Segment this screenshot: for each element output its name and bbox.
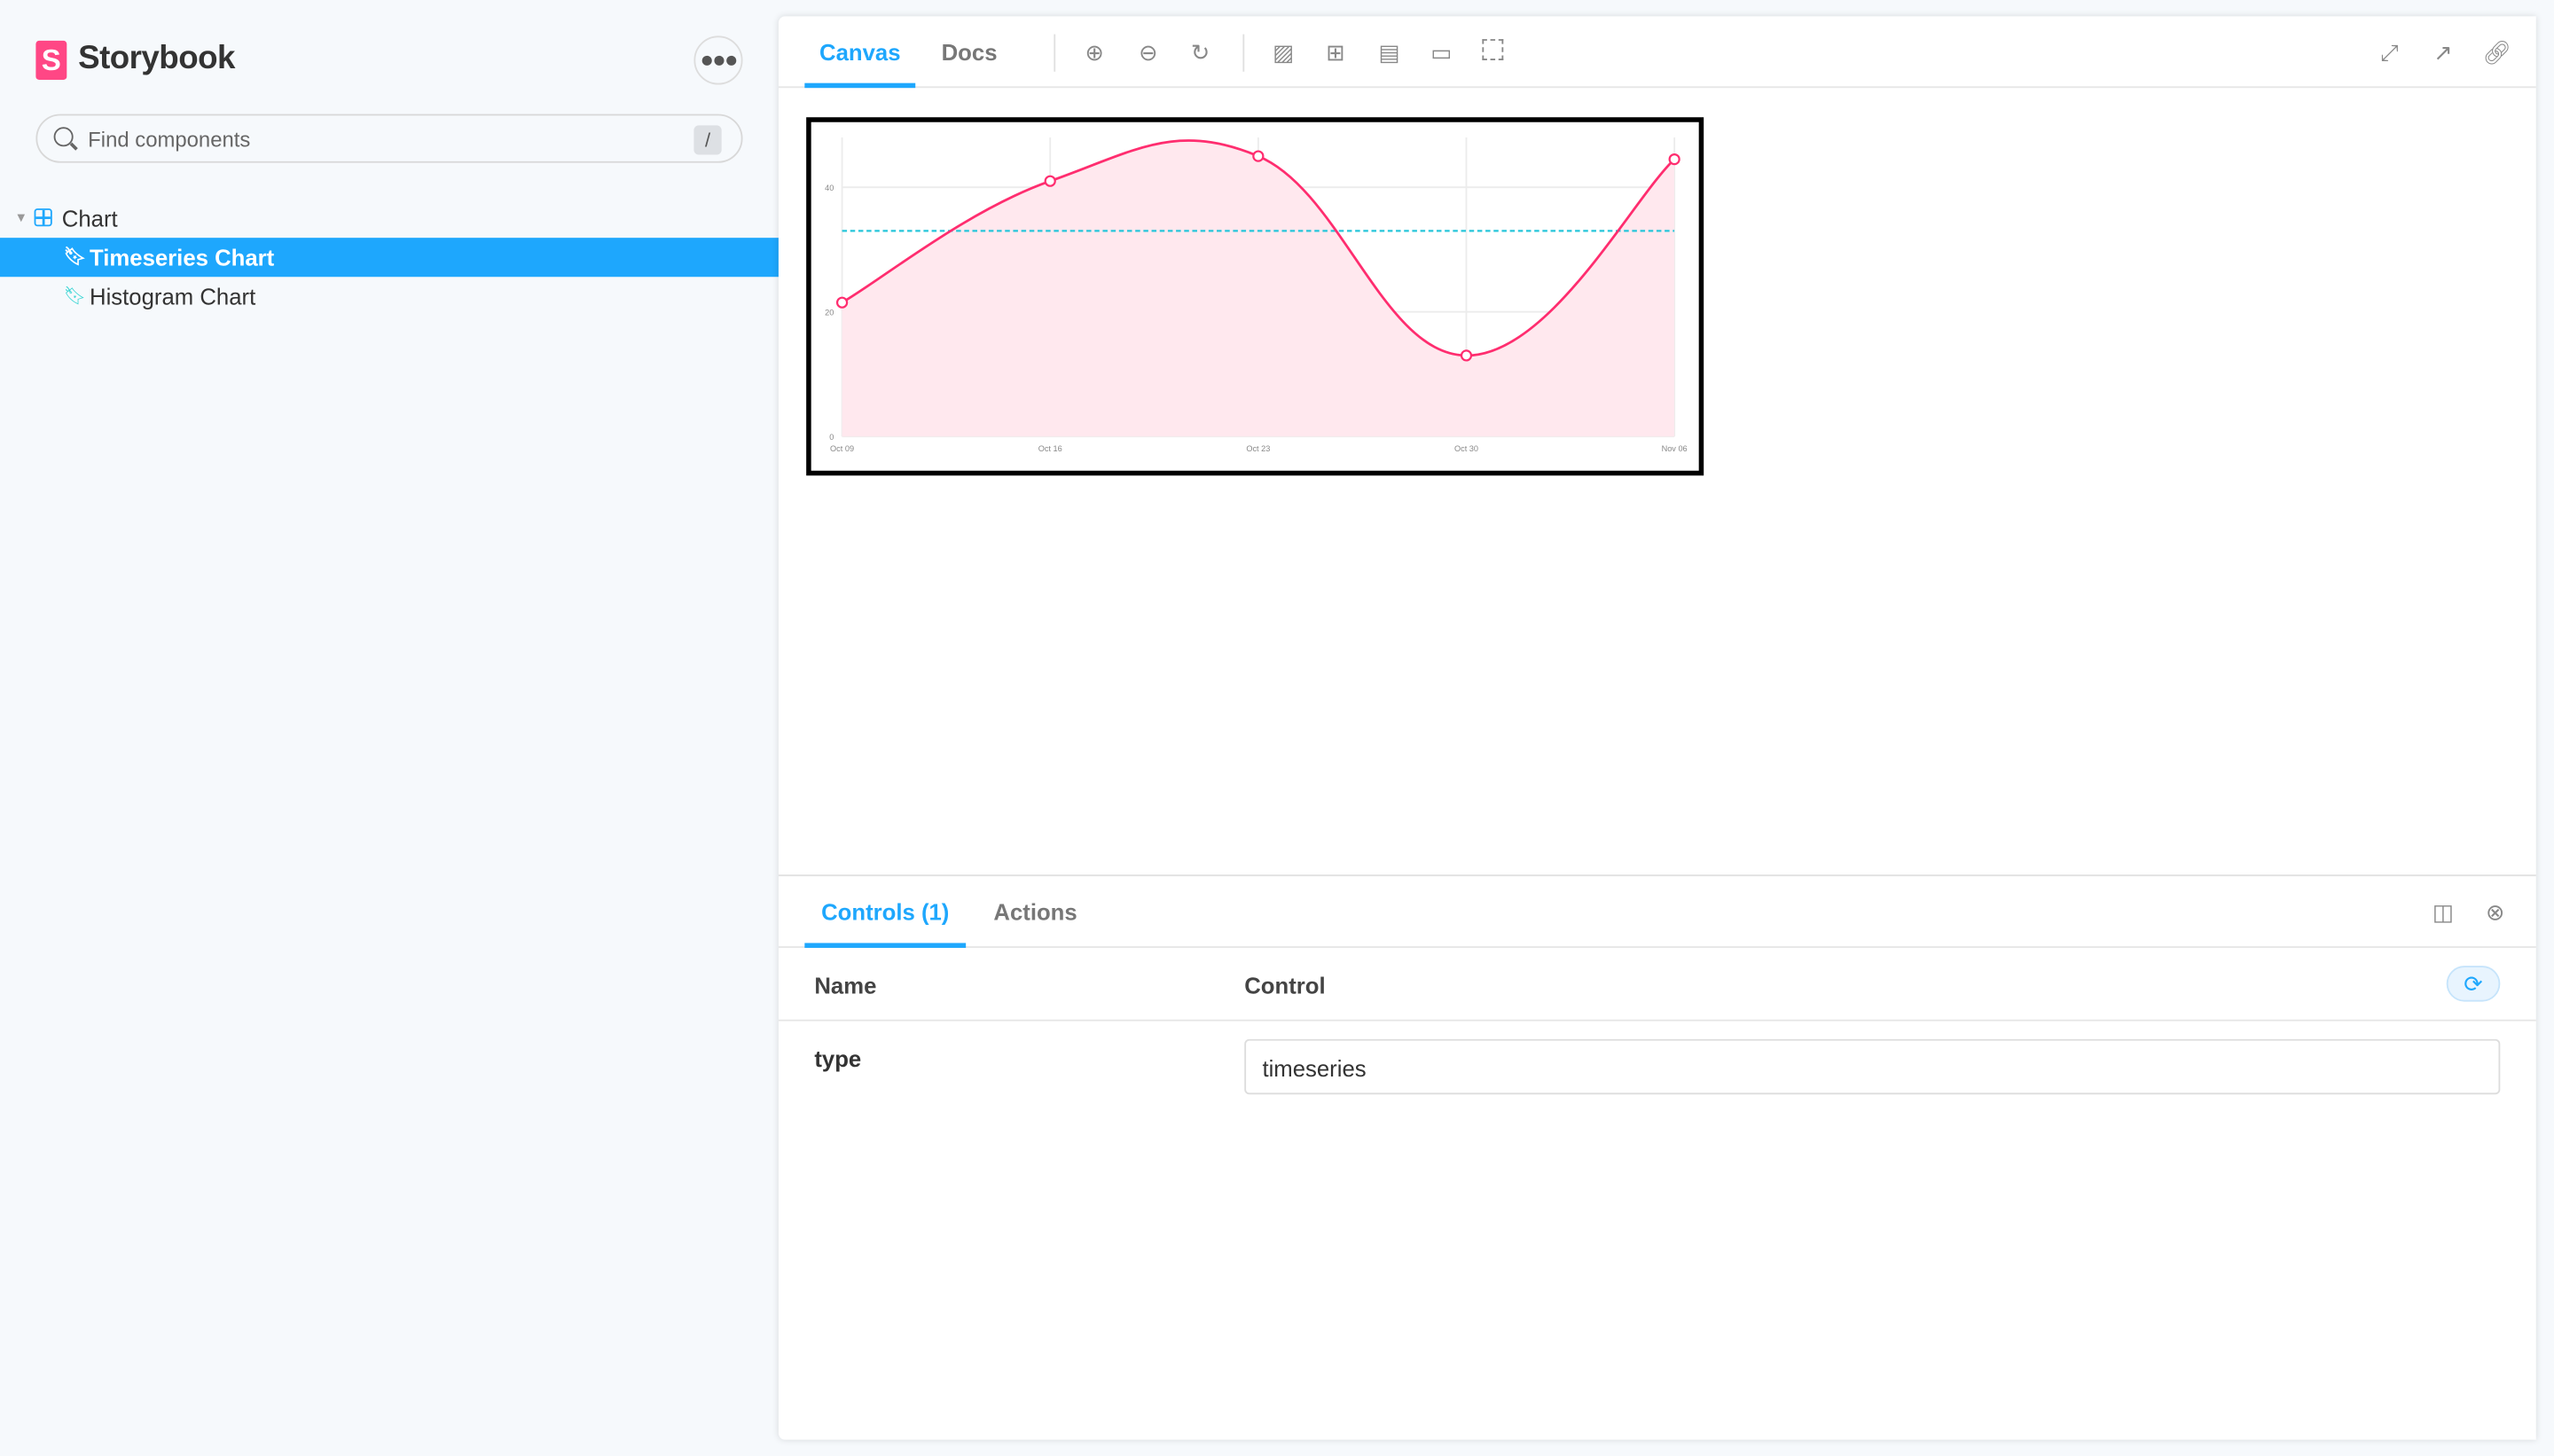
- y-tick-label: 40: [825, 184, 834, 192]
- zoom-in-icon[interactable]: ⊕: [1082, 39, 1108, 65]
- sidebar-group-label: Chart: [61, 205, 118, 231]
- y-tick-label: 0: [829, 433, 834, 442]
- table-header: Name Control: [778, 948, 2536, 1022]
- open-new-tab-icon[interactable]: ↗: [2430, 39, 2456, 65]
- column-header-control: Control: [1244, 972, 1326, 998]
- close-icon[interactable]: ⊗: [2482, 899, 2508, 925]
- app-title: Storybook: [78, 40, 235, 77]
- toolbar: Canvas Docs ⊕ ⊖ ↻ ▨ ⊞ ▤ ▭ ⤢ ↗ 🔗︎: [778, 16, 2536, 89]
- timeseries-chart: 0 20 40 Oct 09 Oct 16 Oct 23 Oct 30 Nov 06: [825, 137, 1688, 453]
- measure-icon[interactable]: ▭: [1429, 39, 1454, 65]
- search-shortcut: /: [693, 125, 722, 155]
- y-tick-label: 20: [825, 308, 834, 317]
- search-placeholder: Find components: [88, 127, 251, 152]
- sidebar-item-label: Timeseries Chart: [90, 244, 275, 270]
- storybook-logo-icon: S: [35, 40, 67, 80]
- search-input[interactable]: Find components /: [35, 114, 743, 163]
- preview-panel: Canvas Docs ⊕ ⊖ ↻ ▨ ⊞ ▤ ▭ ⤢ ↗ 🔗︎ 0 20 40 Oc…: [778, 16, 2536, 1440]
- divider: [1242, 34, 1245, 72]
- x-tick-label: Oct 09: [830, 444, 854, 453]
- chart-frame: 0 20 40 Oct 09 Oct 16 Oct 23 Oct 30 Nov 06: [806, 117, 1704, 476]
- more-options-button[interactable]: ●●●: [693, 35, 743, 85]
- data-point: [835, 296, 849, 309]
- search-icon: [53, 127, 74, 147]
- copy-link-icon[interactable]: 🔗︎: [2482, 39, 2511, 65]
- column-header-name: Name: [814, 972, 877, 998]
- panel-tabs: Controls (1) Actions ◫ ⊗: [778, 876, 2536, 948]
- fullscreen-icon[interactable]: ⤢: [2377, 39, 2402, 65]
- tab-actions[interactable]: Actions: [993, 876, 1077, 948]
- sidebar-item-timeseries-chart[interactable]: 🔖︎ Timeseries Chart: [0, 238, 779, 278]
- x-tick-label: Nov 06: [1662, 444, 1688, 453]
- viewport-icon[interactable]: ▤: [1376, 39, 1402, 65]
- sidebar: S Storybook ●●● Find components / ▼ Char…: [0, 0, 779, 1456]
- component-icon: [34, 208, 52, 227]
- outline-icon[interactable]: [1482, 39, 1504, 60]
- sidebar-group-chart[interactable]: ▼ Chart: [0, 199, 779, 238]
- bookmark-icon: 🔖︎: [63, 247, 87, 268]
- reset-controls-button[interactable]: ⟳: [2446, 966, 2501, 1002]
- grid-icon[interactable]: ⊞: [1322, 39, 1348, 65]
- series-area: [842, 140, 1675, 437]
- chevron-down-icon: ▼: [14, 209, 28, 225]
- background-icon[interactable]: ▨: [1271, 39, 1297, 65]
- data-point: [1460, 349, 1473, 362]
- control-name: type: [814, 1045, 862, 1072]
- x-tick-label: Oct 16: [1038, 444, 1062, 453]
- addons-panel: Controls (1) Actions ◫ ⊗ Name Control ⟳ …: [778, 874, 2536, 1439]
- type-control-input[interactable]: timeseries: [1244, 1038, 2501, 1095]
- x-tick-label: Oct 30: [1454, 444, 1478, 453]
- data-point: [1044, 175, 1056, 187]
- tab-docs[interactable]: Docs: [942, 16, 998, 88]
- panel-orientation-icon[interactable]: ◫: [2430, 899, 2456, 925]
- sidebar-item-label: Histogram Chart: [90, 283, 256, 309]
- data-point: [1668, 153, 1680, 166]
- sidebar-item-histogram-chart[interactable]: 🔖︎ Histogram Chart: [0, 277, 779, 316]
- tab-controls[interactable]: Controls (1): [804, 876, 967, 948]
- bookmark-icon: 🔖︎: [63, 286, 87, 307]
- reset-zoom-icon[interactable]: ↻: [1187, 39, 1213, 65]
- divider: [1054, 34, 1056, 72]
- data-point: [1252, 150, 1265, 162]
- zoom-out-icon[interactable]: ⊖: [1135, 39, 1161, 65]
- x-tick-label: Oct 23: [1246, 444, 1270, 453]
- tab-canvas[interactable]: Canvas: [804, 16, 916, 89]
